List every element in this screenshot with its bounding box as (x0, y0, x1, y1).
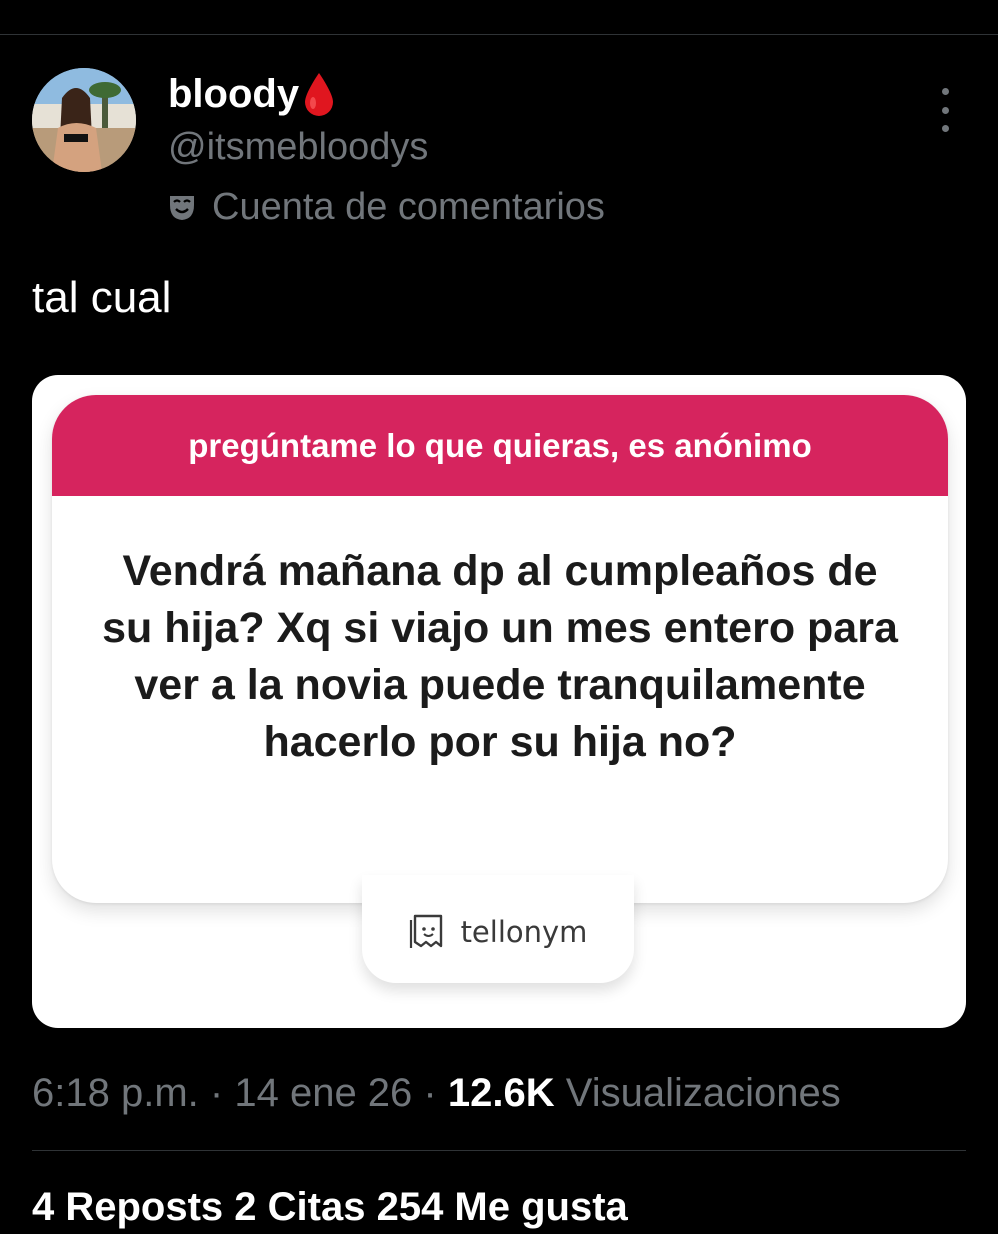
tweet-date[interactable]: 14 ene 26 (234, 1071, 412, 1115)
avatar[interactable] (32, 68, 136, 172)
display-name-text[interactable]: bloody (168, 72, 299, 117)
question-card: pregúntame lo que quieras, es anónimo Ve… (52, 395, 948, 903)
tellonym-badge: tellonym (362, 875, 634, 983)
meta-separator: · (209, 1071, 224, 1115)
tweet-media-image[interactable]: pregúntame lo que quieras, es anónimo Ve… (32, 375, 966, 1028)
top-divider (0, 34, 998, 35)
more-options-button[interactable] (930, 88, 960, 132)
more-vertical-icon (941, 88, 949, 95)
account-type-label: Cuenta de comentarios (166, 182, 605, 232)
tweet-meta: 6:18 p.m. · 14 ene 26 · 12.6K Visualizac… (32, 1066, 841, 1120)
meta-separator: · (423, 1071, 437, 1115)
more-dot (941, 106, 949, 114)
display-name[interactable]: bloody (168, 68, 335, 120)
blood-drop-icon (303, 71, 335, 117)
account-type-text: Cuenta de comentarios (212, 185, 605, 228)
theater-mask-icon (166, 191, 198, 223)
views-label[interactable]: Visualizaciones (566, 1071, 841, 1115)
user-handle[interactable]: @itsmebloodys (168, 124, 428, 170)
more-dot (941, 125, 949, 132)
question-text: Vendrá mañana dp al cumpleaños de su hij… (102, 547, 898, 766)
tweet-time[interactable]: 6:18 p.m. (32, 1071, 199, 1115)
bottom-divider (32, 1150, 966, 1151)
tweet-text: tal cual (32, 273, 172, 322)
avatar-photo (32, 68, 136, 172)
tellonym-brand-name: tellonym (460, 915, 588, 949)
tellonym-ghost-icon (409, 912, 447, 952)
engagement-stats-row[interactable]: 4 Reposts 2 Citas 254 Me gusta (32, 1180, 628, 1234)
question-card-header: pregúntame lo que quieras, es anónimo (52, 395, 948, 496)
views-count[interactable]: 12.6K (448, 1071, 555, 1115)
